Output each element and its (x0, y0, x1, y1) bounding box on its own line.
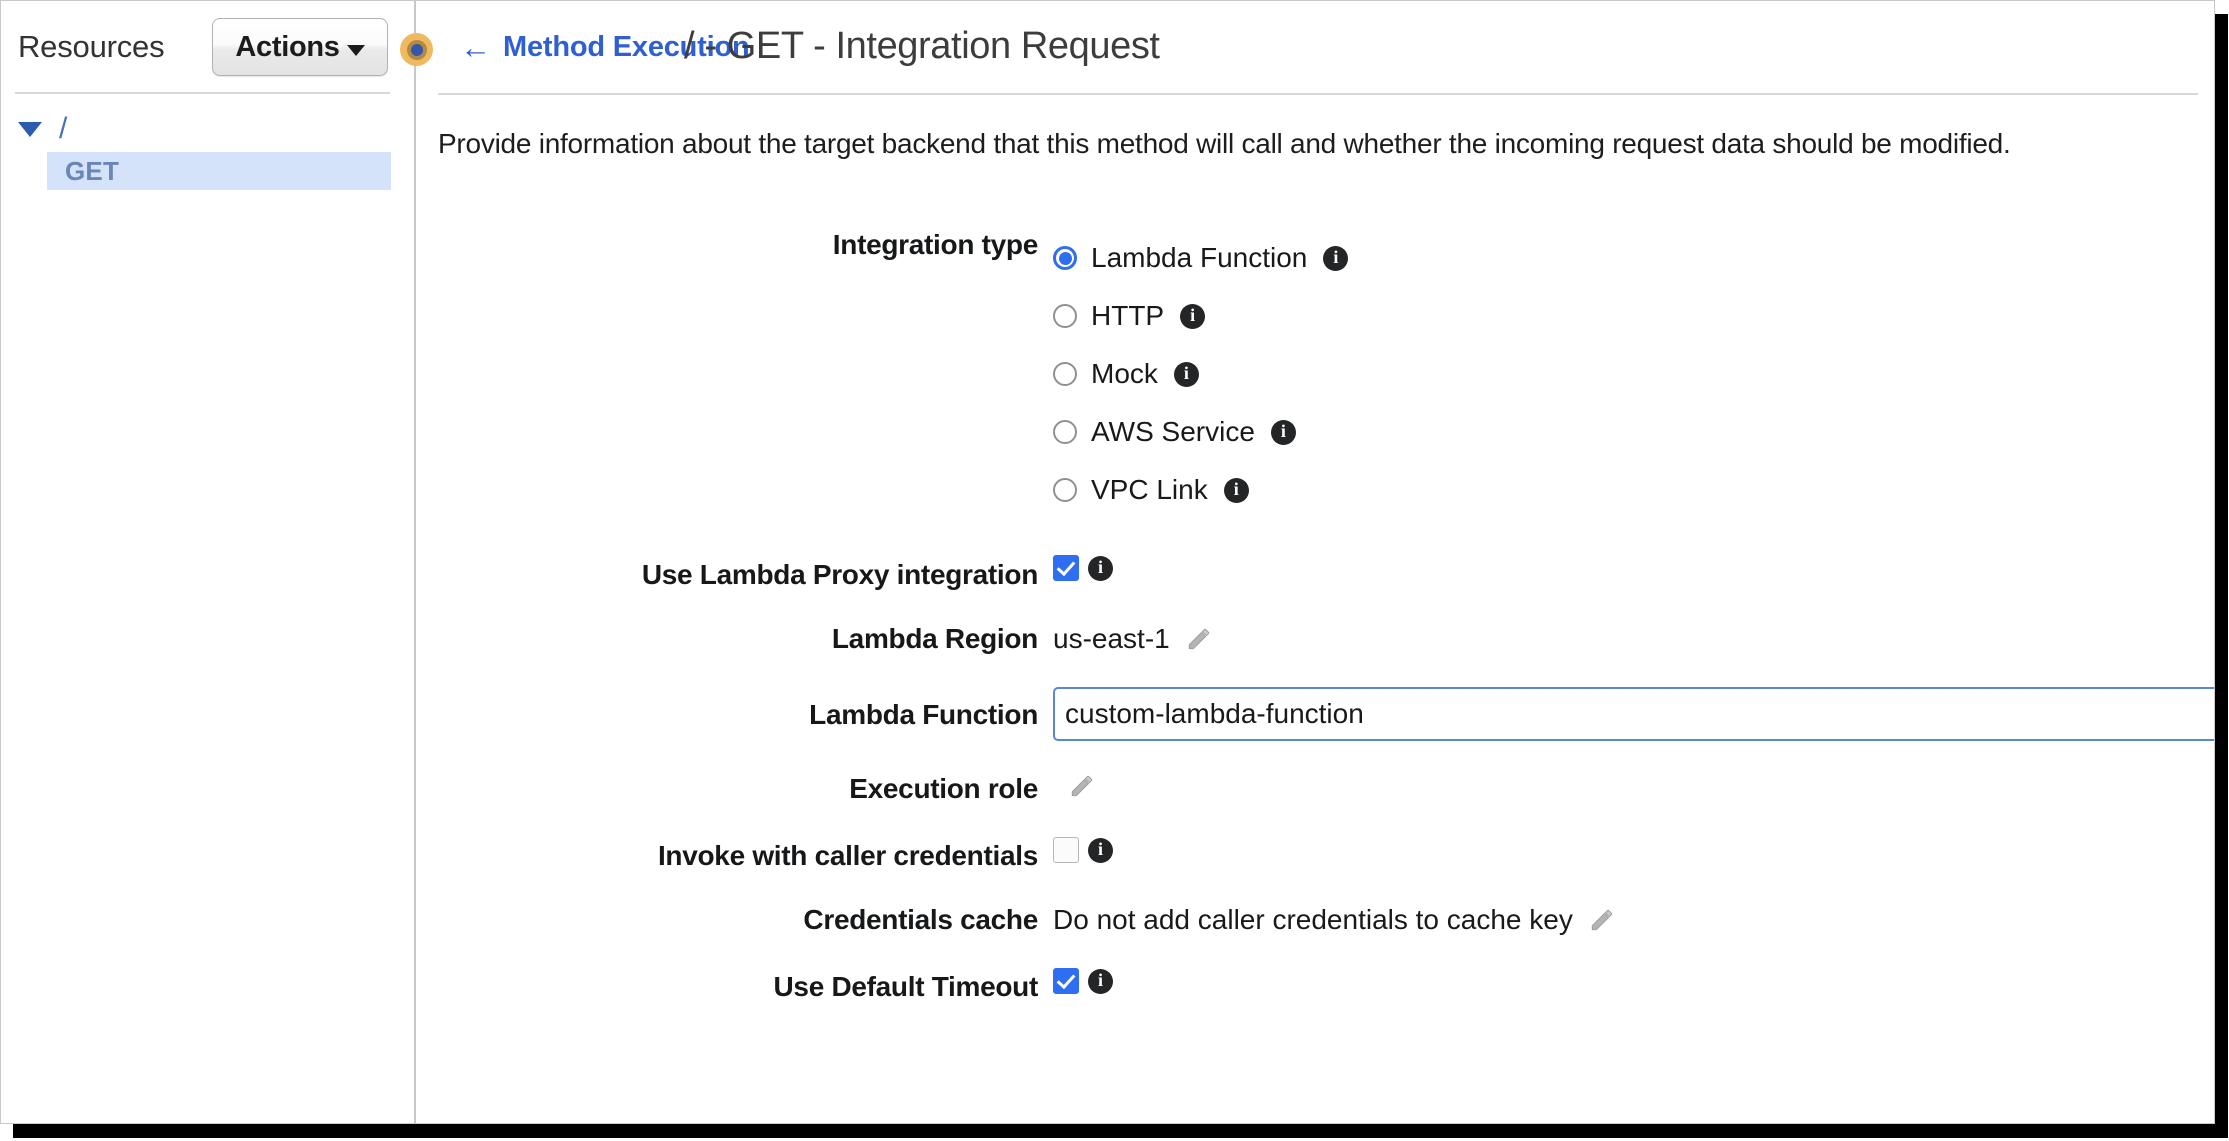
invoke-with-caller-credentials-control (1053, 837, 2214, 863)
integration-type-row: Integration type Lambda Function HTTP (416, 229, 2214, 519)
edit-pencil-icon-credentials-cache[interactable] (1589, 907, 1615, 933)
caret-down-icon[interactable] (18, 121, 42, 137)
radio-label-lambda-function: Lambda Function (1091, 242, 1308, 273)
lambda-function-control (1053, 687, 2214, 741)
main-content: ← Method Execution / - GET - Integration… (416, 1, 2214, 1123)
edit-pencil-icon-lambda-region[interactable] (1186, 626, 1212, 652)
use-lambda-proxy-control (1053, 555, 2214, 581)
chevron-down-icon (346, 44, 365, 56)
tree-item-root[interactable]: / (1, 106, 414, 152)
lambda-region-row: Lambda Region us-east-1 (416, 623, 2214, 655)
integration-request-form: Integration type Lambda Function HTTP (416, 229, 2214, 1003)
actions-button-label: Actions (235, 30, 340, 63)
credentials-cache-control: Do not add caller credentials to cache k… (1053, 904, 2214, 936)
sidebar-divider (15, 92, 390, 94)
use-default-timeout-checkbox[interactable] (1053, 968, 1079, 994)
use-lambda-proxy-label: Use Lambda Proxy integration (641, 559, 1038, 590)
main-header: ← Method Execution / - GET - Integration… (416, 1, 2214, 159)
panel-splitter-handle[interactable] (400, 33, 433, 66)
radio-aws-service-icon[interactable] (1053, 420, 1077, 444)
radio-http-icon[interactable] (1053, 304, 1077, 328)
drag-handle-icon (406, 39, 427, 60)
radio-label-http: HTTP (1091, 300, 1165, 331)
tree-root-label: / (59, 112, 68, 145)
drag-handle-dot (410, 43, 423, 56)
lambda-region-value: us-east-1 (1053, 623, 1170, 654)
lambda-region-control: us-east-1 (1053, 623, 2214, 655)
radio-label-aws-service: AWS Service (1091, 416, 1255, 447)
radio-lambda-function-icon[interactable] (1053, 246, 1077, 270)
use-default-timeout-row: Use Default Timeout (416, 968, 2214, 1003)
invoke-with-caller-credentials-label: Invoke with caller credentials (657, 840, 1038, 871)
execution-role-label: Execution role (849, 773, 1038, 804)
resources-sidebar: Resources Actions / GET (1, 1, 416, 1123)
lambda-function-row: Lambda Function (416, 687, 2214, 741)
credentials-cache-row: Credentials cache Do not add caller cred… (416, 904, 2214, 936)
info-icon-lambda-function[interactable] (1323, 245, 1349, 271)
page-title: / - GET - Integration Request (684, 25, 1160, 67)
invoke-with-caller-credentials-checkbox[interactable] (1053, 837, 1079, 863)
edit-pencil-icon-execution-role[interactable] (1069, 773, 1095, 799)
lambda-function-label: Lambda Function (809, 699, 1038, 730)
radio-option-aws-service[interactable]: AWS Service (1053, 403, 1296, 461)
radio-vpc-link-icon[interactable] (1053, 478, 1077, 502)
arrow-left-icon: ← (460, 30, 491, 65)
actions-button[interactable]: Actions (212, 18, 388, 76)
api-gateway-window: Resources Actions / GET ← Method Executi… (0, 0, 2215, 1124)
radio-option-http[interactable]: HTTP (1053, 287, 1206, 345)
integration-type-label: Integration type (832, 229, 1039, 260)
lambda-function-input[interactable] (1053, 687, 2214, 741)
execution-role-control (1053, 773, 2214, 799)
sidebar-header: Resources Actions (1, 1, 414, 97)
resource-tree: / GET (1, 106, 414, 190)
info-icon-mock[interactable] (1173, 361, 1199, 387)
info-icon-use-lambda-proxy[interactable] (1088, 555, 1113, 581)
use-lambda-proxy-checkbox[interactable] (1053, 555, 1079, 581)
use-default-timeout-label: Use Default Timeout (773, 971, 1039, 1002)
sidebar-title: Resources (18, 29, 165, 64)
radio-label-vpc-link: VPC Link (1091, 474, 1208, 505)
header-divider (438, 93, 2198, 95)
use-default-timeout-control (1053, 968, 2214, 994)
tree-method-label: GET (65, 155, 120, 186)
page-description: Provide information about the target bac… (438, 128, 2011, 159)
invoke-with-caller-credentials-row: Invoke with caller credentials (416, 837, 2214, 872)
info-icon-invoke-with-caller-credentials[interactable] (1088, 837, 1113, 863)
credentials-cache-value: Do not add caller credentials to cache k… (1053, 904, 1573, 935)
credentials-cache-label: Credentials cache (803, 904, 1038, 935)
radio-label-mock: Mock (1091, 358, 1158, 389)
execution-role-row: Execution role (416, 773, 2214, 805)
radio-option-lambda-function[interactable]: Lambda Function (1053, 229, 1349, 287)
radio-option-vpc-link[interactable]: VPC Link (1053, 461, 1249, 519)
info-icon-http[interactable] (1180, 303, 1206, 329)
info-icon-aws-service[interactable] (1270, 419, 1296, 445)
tree-item-get-method[interactable]: GET (47, 152, 391, 190)
info-icon-use-default-timeout[interactable] (1088, 968, 1113, 994)
lambda-region-label: Lambda Region (831, 623, 1038, 654)
use-lambda-proxy-row: Use Lambda Proxy integration (416, 555, 2214, 591)
radio-option-mock[interactable]: Mock (1053, 345, 1199, 403)
integration-type-options: Lambda Function HTTP Mock (1053, 229, 2214, 519)
radio-mock-icon[interactable] (1053, 362, 1077, 386)
info-icon-vpc-link[interactable] (1223, 477, 1249, 503)
